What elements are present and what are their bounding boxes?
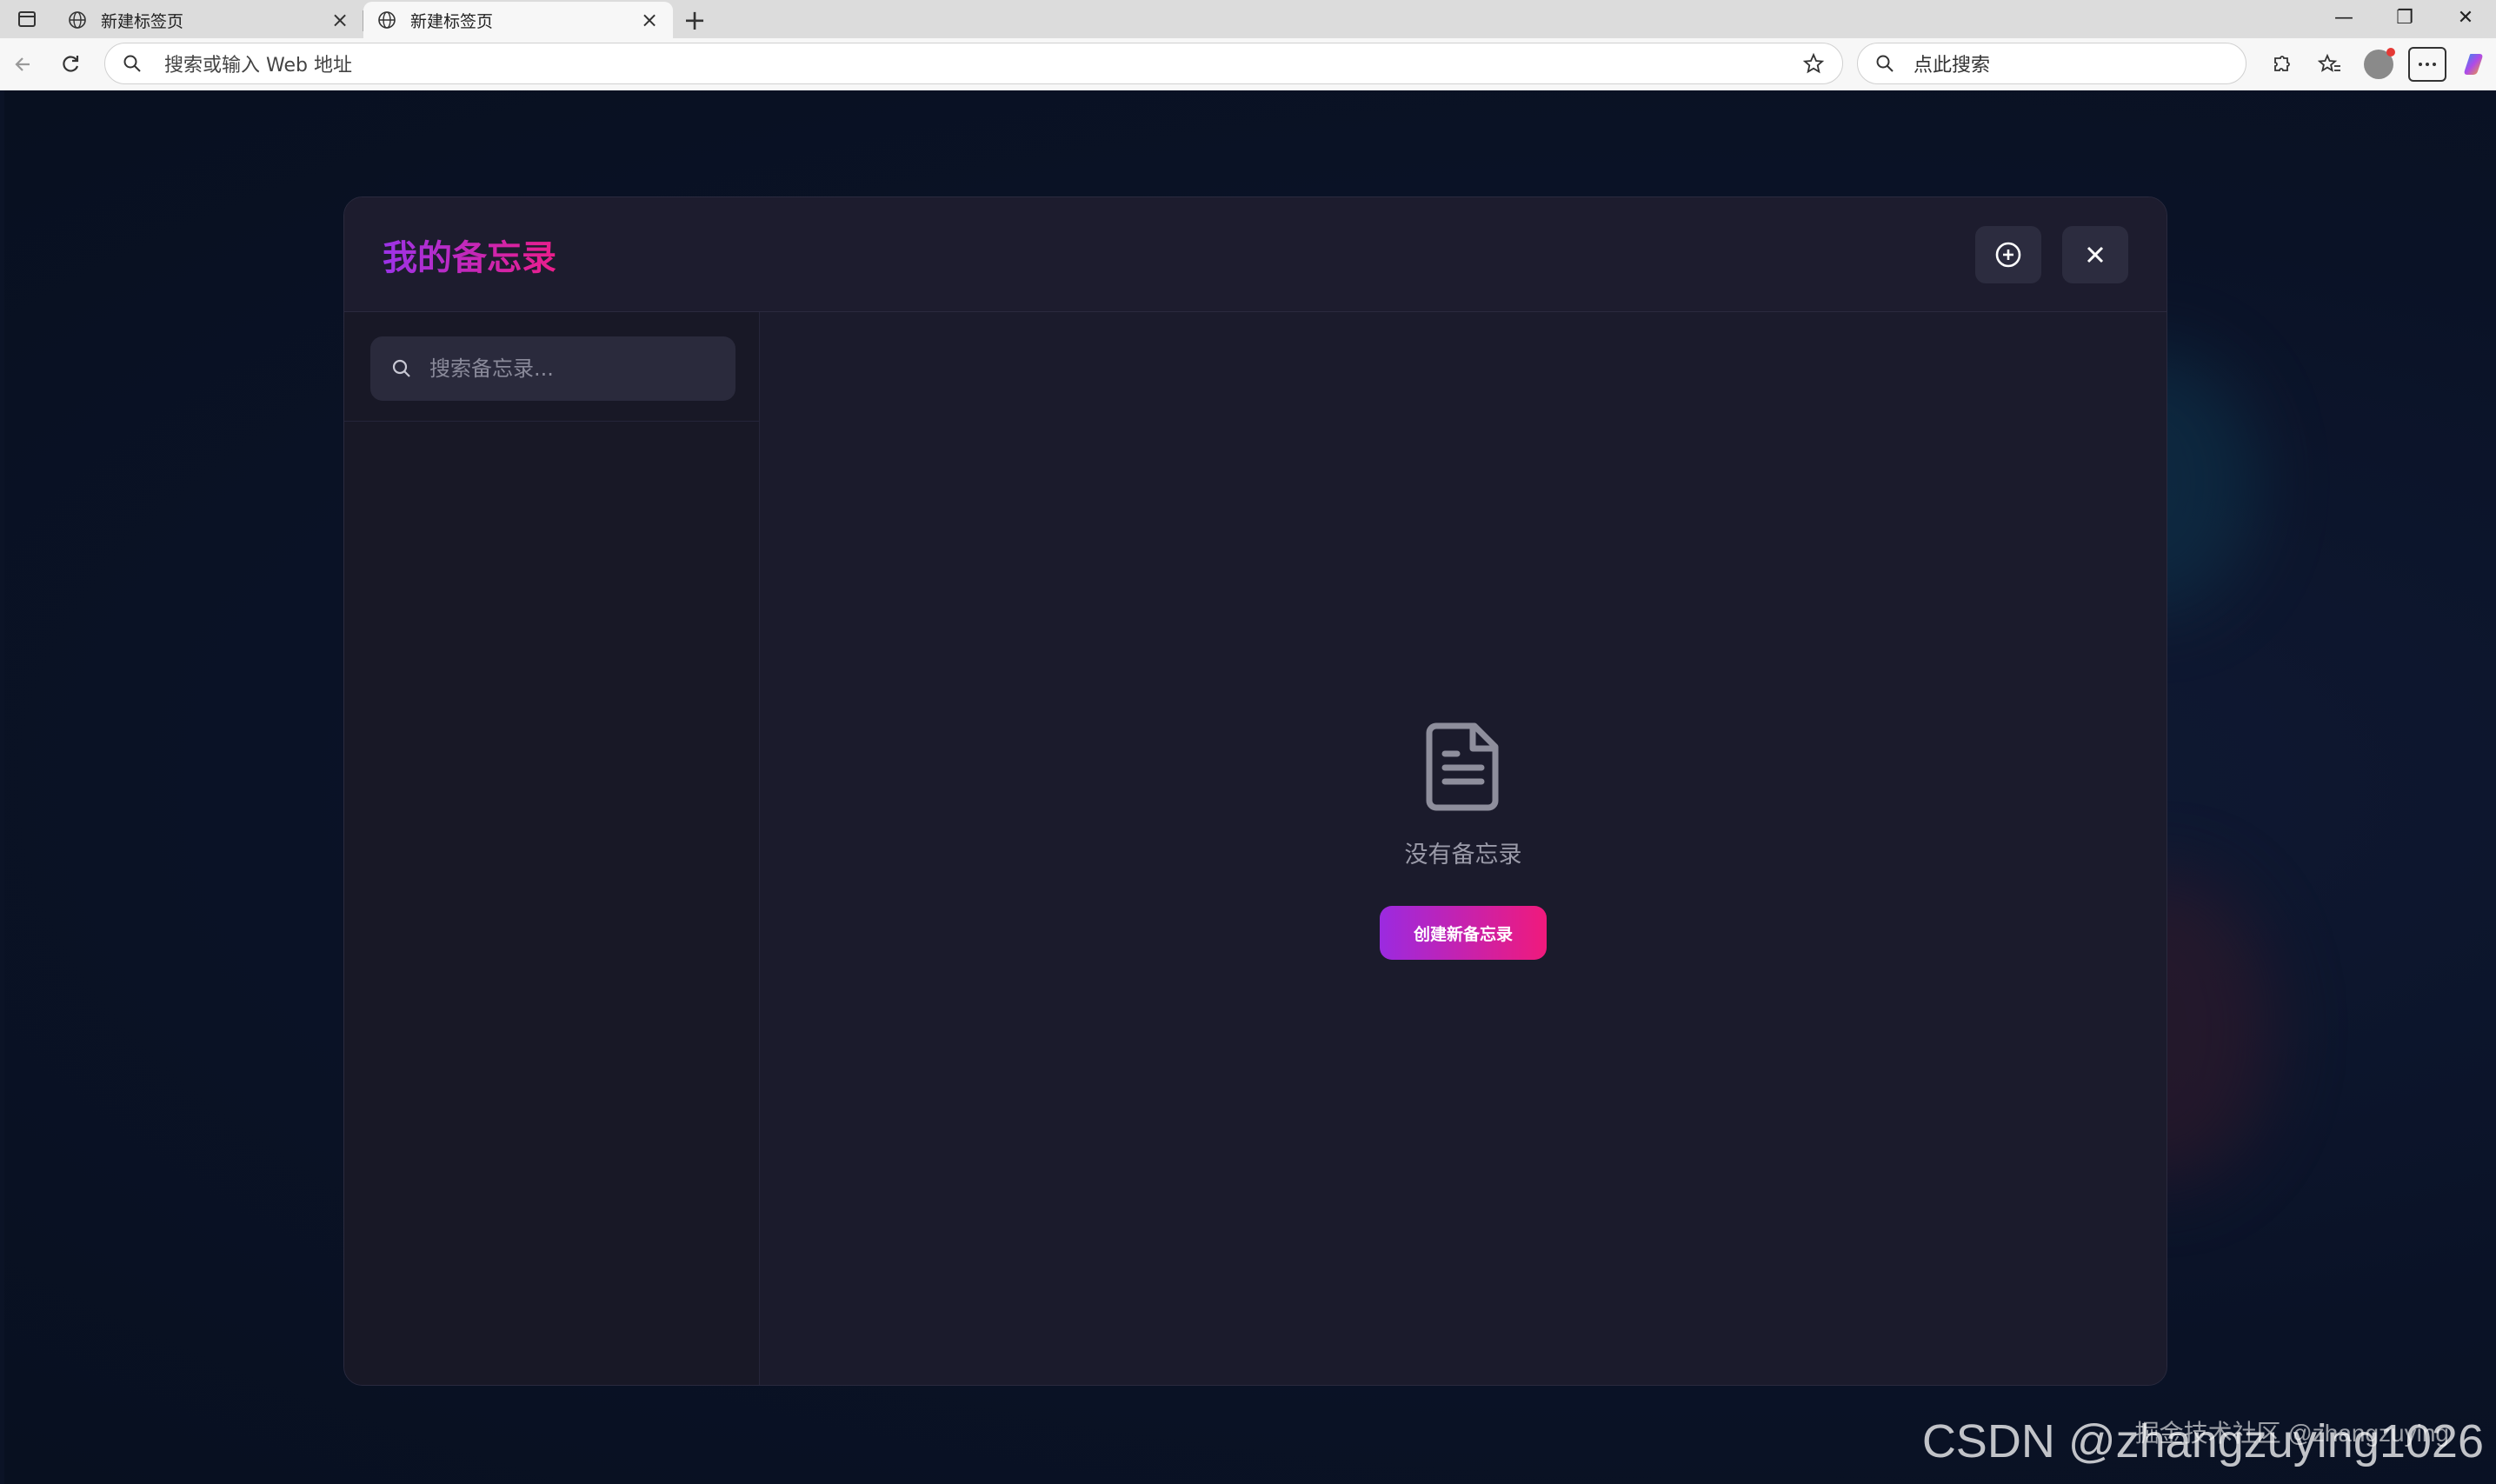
browser-search-box[interactable]: 点此搜索 (1857, 43, 2246, 84)
tab-actions-icon (18, 11, 36, 27)
favorites-icon (2318, 53, 2340, 72)
avatar (2364, 48, 2395, 79)
back-arrow-icon (15, 57, 30, 71)
refresh-icon (63, 56, 79, 72)
plus-circle-icon (1995, 242, 2021, 267)
tab-close-icon[interactable]: × (640, 8, 659, 32)
tab-actions-button[interactable] (0, 0, 54, 38)
favorite-star-icon[interactable] (1802, 52, 1825, 75)
empty-state-text: 没有备忘录 (1404, 842, 1522, 868)
address-placeholder: 搜索或输入 Web 地址 (164, 55, 352, 77)
page-viewport: 我的备忘录 搜索备忘录... 没有备忘录 创建新备忘录 掘金技术社区 @zhan… (4, 90, 2496, 1484)
tab-close-icon[interactable]: × (330, 8, 349, 32)
toolbar-right-actions (2257, 38, 2496, 90)
refresh-button[interactable] (47, 43, 94, 86)
new-tab-button[interactable]: + (673, 2, 716, 38)
memo-main-panel: 没有备忘录 创建新备忘录 (760, 312, 2167, 1385)
create-memo-button[interactable]: 创建新备忘录 (1380, 906, 1547, 960)
memo-modal: 我的备忘录 搜索备忘录... 没有备忘录 创建新备忘录 (343, 196, 2167, 1386)
modal-title: 我的备忘录 (383, 230, 556, 280)
extensions-button[interactable] (2257, 43, 2306, 86)
more-menu-button[interactable] (2408, 47, 2446, 82)
memo-search-area (344, 312, 759, 422)
browser-tab-2[interactable]: 新建标签页 × (363, 2, 673, 38)
globe-icon (69, 11, 86, 29)
browser-tab-1[interactable]: 新建标签页 × (54, 2, 363, 38)
copilot-icon (2464, 54, 2483, 75)
tab-title: 新建标签页 (410, 11, 494, 31)
restore-icon[interactable]: ❐ (2374, 0, 2435, 35)
tab-title: 新建标签页 (101, 11, 184, 31)
search-icon (123, 55, 141, 72)
document-icon (1426, 722, 1499, 811)
memo-sidebar (344, 312, 760, 1385)
memo-search-field[interactable] (370, 336, 735, 401)
address-bar[interactable]: 搜索或输入 Web 地址 (104, 43, 1843, 84)
back-button[interactable] (0, 43, 47, 86)
window-close-icon[interactable]: ✕ (2435, 0, 2496, 35)
favorites-button[interactable] (2306, 43, 2354, 86)
modal-body: 没有备忘录 创建新备忘录 (344, 312, 2167, 1385)
memo-search-input[interactable] (429, 356, 715, 381)
browser-tab-bar: 新建标签页 × 新建标签页 × + — ❐ ✕ (0, 0, 2496, 38)
browser-search-placeholder: 点此搜索 (1914, 55, 1991, 77)
modal-header: 我的备忘录 (344, 197, 2167, 312)
watermark-secondary: 掘金技术社区 @zhangzuying (2134, 1420, 2449, 1447)
browser-toolbar: 搜索或输入 Web 地址 点此搜索 (0, 38, 2496, 90)
globe-icon (378, 11, 396, 29)
profile-button[interactable] (2354, 43, 2403, 86)
search-icon (392, 359, 410, 377)
close-modal-button[interactable] (2062, 225, 2128, 283)
add-memo-button[interactable] (1975, 225, 2041, 283)
header-actions (1975, 225, 2128, 283)
close-icon (2087, 246, 2104, 263)
search-icon (1876, 55, 1894, 72)
minimize-icon[interactable]: — (2313, 0, 2374, 35)
window-controls: — ❐ ✕ (2313, 0, 2496, 38)
extensions-icon (2274, 56, 2290, 71)
more-dots-icon (2419, 63, 2436, 66)
copilot-button[interactable] (2452, 43, 2496, 86)
empty-state: 没有备忘录 创建新备忘录 (760, 721, 2167, 960)
notification-dot (2386, 48, 2395, 57)
watermark: 掘金技术社区 @zhangzuying CSDN @zhangzuying102… (1922, 1414, 2484, 1468)
